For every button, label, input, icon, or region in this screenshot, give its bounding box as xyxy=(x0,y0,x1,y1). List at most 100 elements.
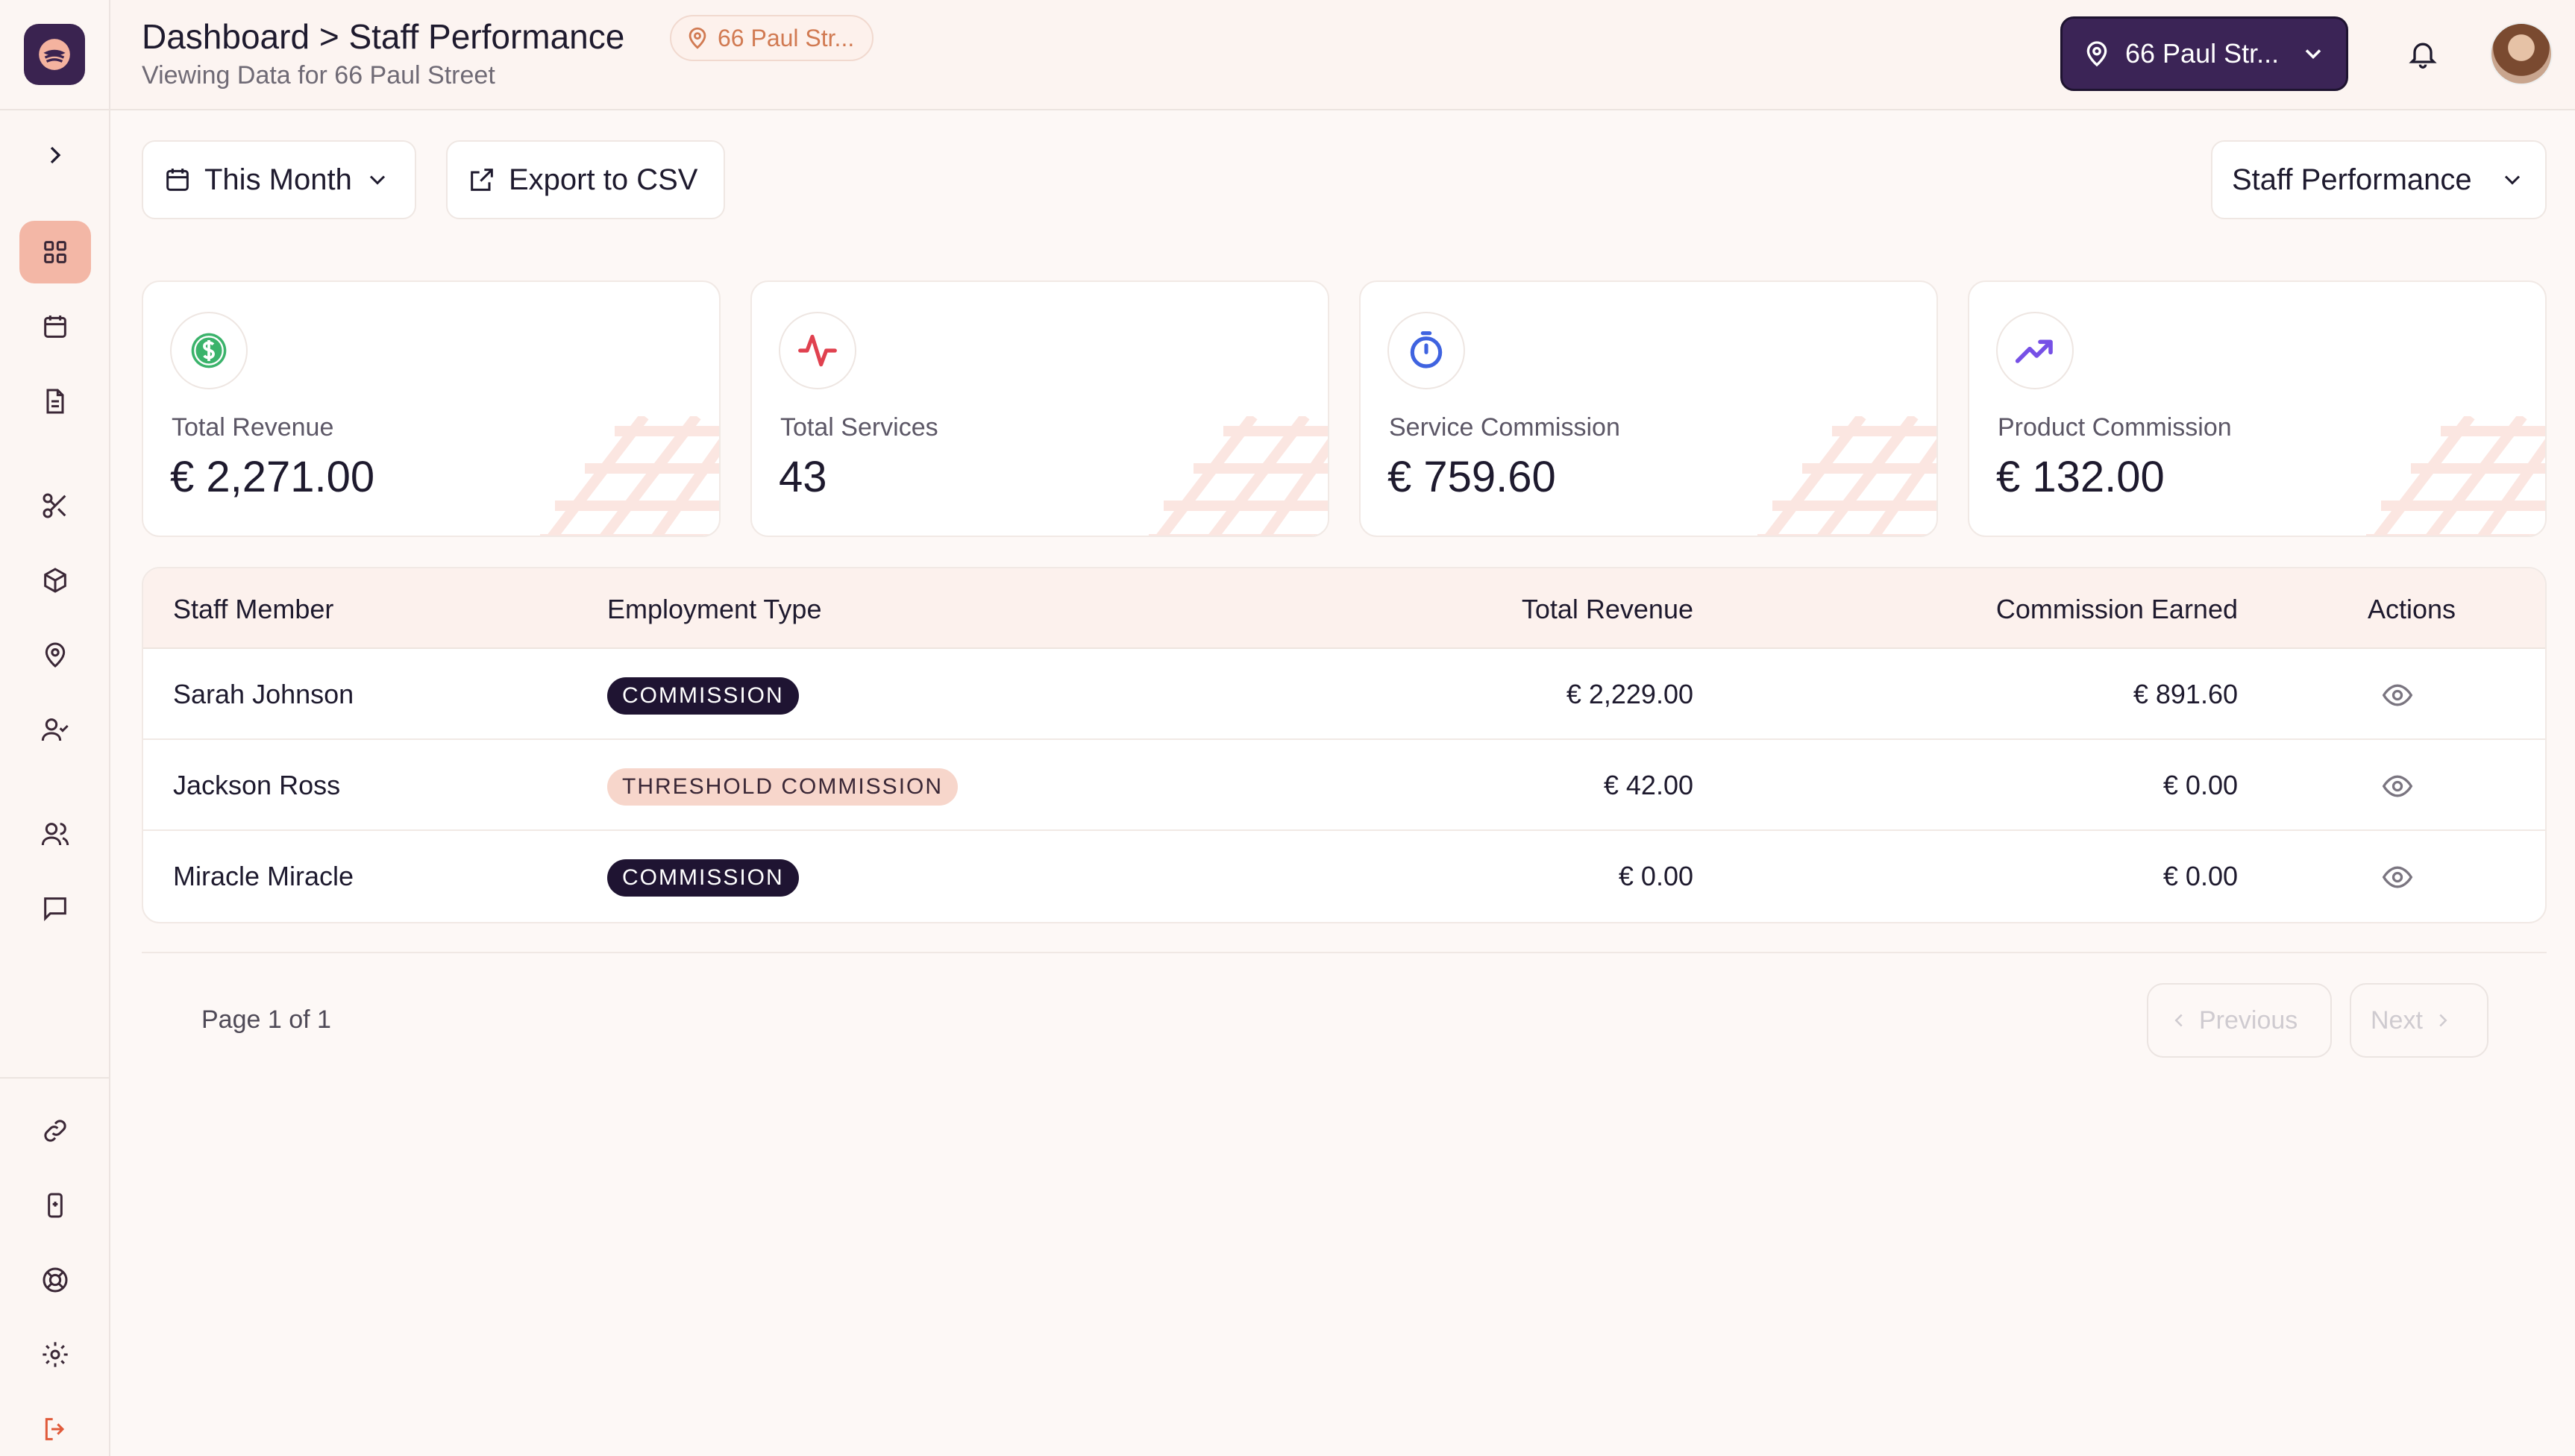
user-avatar[interactable] xyxy=(2490,22,2553,85)
decorative-pattern xyxy=(1149,416,1328,536)
chevron-down-icon xyxy=(2504,175,2521,185)
column-header-commission-earned: Commission Earned xyxy=(1995,594,2238,624)
next-page-label: Next xyxy=(2371,1005,2423,1035)
staff-name: Sarah Johnson xyxy=(173,679,354,709)
calendar-icon xyxy=(44,316,66,338)
logo-icon xyxy=(39,39,70,70)
sidebar-item-products[interactable] xyxy=(19,549,91,612)
employment-type-badge: THRESHOLD COMMISSION xyxy=(607,768,959,806)
sidebar-item-support[interactable] xyxy=(19,1249,91,1311)
total-revenue-cell: € 42.00 xyxy=(1603,770,1693,800)
user-check-icon xyxy=(41,718,69,741)
calendar-icon xyxy=(166,169,189,191)
box-icon xyxy=(44,568,66,593)
map-pin-icon xyxy=(2086,41,2107,67)
date-filter-dropdown[interactable]: This Month xyxy=(142,140,416,219)
sidebar-item-reports[interactable] xyxy=(19,370,91,433)
chevron-down-icon xyxy=(369,175,385,185)
timer-icon xyxy=(1410,331,1443,368)
location-chip-label: 66 Paul Str... xyxy=(718,24,855,51)
trending-up-icon xyxy=(2015,339,2053,363)
total-revenue-cell: € 0.00 xyxy=(1618,861,1693,891)
decorative-pattern xyxy=(1757,416,1936,536)
column-header-actions: Actions xyxy=(2367,594,2456,624)
sidebar-divider xyxy=(0,1077,110,1079)
stat-card-product-commission: Product Commission € 132.00 xyxy=(1968,280,2547,537)
location-selector-button[interactable]: 66 Paul Str... xyxy=(2060,16,2348,91)
sidebar-item-links[interactable] xyxy=(19,1099,91,1162)
sidebar-item-staff[interactable] xyxy=(19,698,91,761)
document-icon xyxy=(46,389,64,414)
chevron-right-icon xyxy=(2439,1014,2447,1027)
logout-icon xyxy=(45,1418,65,1440)
sidebar-item-calendar[interactable] xyxy=(19,295,91,358)
stat-value: 43 xyxy=(779,453,827,501)
message-icon xyxy=(44,897,66,921)
bell-icon xyxy=(2409,43,2437,69)
commission-cell: € 891.60 xyxy=(2133,679,2238,709)
page-subtitle: Viewing Data for 66 Paul Street xyxy=(142,61,495,90)
expand-sidebar-button[interactable] xyxy=(19,124,91,186)
notifications-button[interactable] xyxy=(2402,33,2444,75)
logout-button[interactable] xyxy=(19,1398,91,1456)
sidebar-item-messages[interactable] xyxy=(19,877,91,940)
stat-icon-badge xyxy=(1387,312,1465,389)
sidebar-divider xyxy=(0,109,110,110)
eye-icon[interactable] xyxy=(2381,679,2414,712)
previous-page-label: Previous xyxy=(2199,1005,2298,1035)
page-info: Page 1 of 1 xyxy=(201,1005,331,1034)
decorative-pattern xyxy=(2366,416,2545,536)
mobile-icon xyxy=(48,1193,63,1218)
external-link-icon xyxy=(471,169,493,191)
export-csv-button[interactable]: Export to CSV xyxy=(446,140,725,219)
stat-icon-badge xyxy=(170,312,248,389)
stat-label: Service Commission xyxy=(1389,413,1620,442)
grid-icon xyxy=(44,241,66,263)
decorative-pattern xyxy=(540,416,719,536)
stat-value: € 132.00 xyxy=(1996,453,2165,501)
column-header-staff-member: Staff Member xyxy=(173,594,334,624)
total-revenue-cell: € 2,229.00 xyxy=(1566,679,1693,709)
table-row: Sarah Johnson COMMISSION € 2,229.00 € 89… xyxy=(143,649,2545,740)
eye-icon[interactable] xyxy=(2381,861,2414,894)
previous-page-button[interactable]: Previous xyxy=(2147,983,2332,1058)
column-header-total-revenue: Total Revenue xyxy=(1521,594,1693,624)
stat-value: € 2,271.00 xyxy=(170,453,375,501)
stat-label: Total Revenue xyxy=(172,413,334,442)
map-pin-icon xyxy=(689,27,706,49)
location-selector-label: 66 Paul Str... xyxy=(2125,38,2280,69)
stat-icon-badge xyxy=(1996,312,2074,389)
next-page-button[interactable]: Next xyxy=(2350,983,2488,1058)
table-row: Miracle Miracle COMMISSION € 0.00 € 0.00 xyxy=(143,831,2545,922)
gear-icon xyxy=(43,1342,68,1367)
lifebuoy-icon xyxy=(43,1267,68,1293)
employment-type-badge: COMMISSION xyxy=(607,859,799,897)
report-type-dropdown[interactable]: Staff Performance xyxy=(2211,140,2547,219)
sidebar-item-services[interactable] xyxy=(19,474,91,537)
map-pin-icon xyxy=(45,642,66,668)
staff-performance-table: Staff Member Employment Type Total Reven… xyxy=(142,567,2547,923)
chevron-down-icon xyxy=(2305,49,2321,60)
report-type-label: Staff Performance xyxy=(2232,163,2472,196)
column-header-employment-type: Employment Type xyxy=(607,594,822,624)
export-csv-label: Export to CSV xyxy=(509,163,698,196)
employment-type-badge: COMMISSION xyxy=(607,677,799,715)
sidebar-item-clients[interactable] xyxy=(19,803,91,865)
chevron-right-icon xyxy=(50,146,61,164)
dollar-circle-icon xyxy=(191,333,227,368)
sidebar-item-settings[interactable] xyxy=(19,1323,91,1386)
commission-cell: € 0.00 xyxy=(2162,861,2238,891)
eye-icon[interactable] xyxy=(2381,770,2414,803)
sidebar-item-locations[interactable] xyxy=(19,624,91,686)
sidebar-item-dashboard[interactable] xyxy=(19,221,91,283)
stat-icon-badge xyxy=(779,312,856,389)
stat-card-total-revenue: Total Revenue € 2,271.00 xyxy=(142,280,721,537)
staff-name: Jackson Ross xyxy=(173,770,341,800)
app-logo[interactable] xyxy=(24,24,85,85)
location-chip[interactable]: 66 Paul Str... xyxy=(670,15,874,61)
date-filter-label: This Month xyxy=(204,163,352,196)
sidebar-item-app[interactable] xyxy=(19,1174,91,1237)
scissors-icon xyxy=(43,493,66,518)
table-row: Jackson Ross THRESHOLD COMMISSION € 42.0… xyxy=(143,740,2545,831)
stat-value: € 759.60 xyxy=(1387,453,1556,501)
